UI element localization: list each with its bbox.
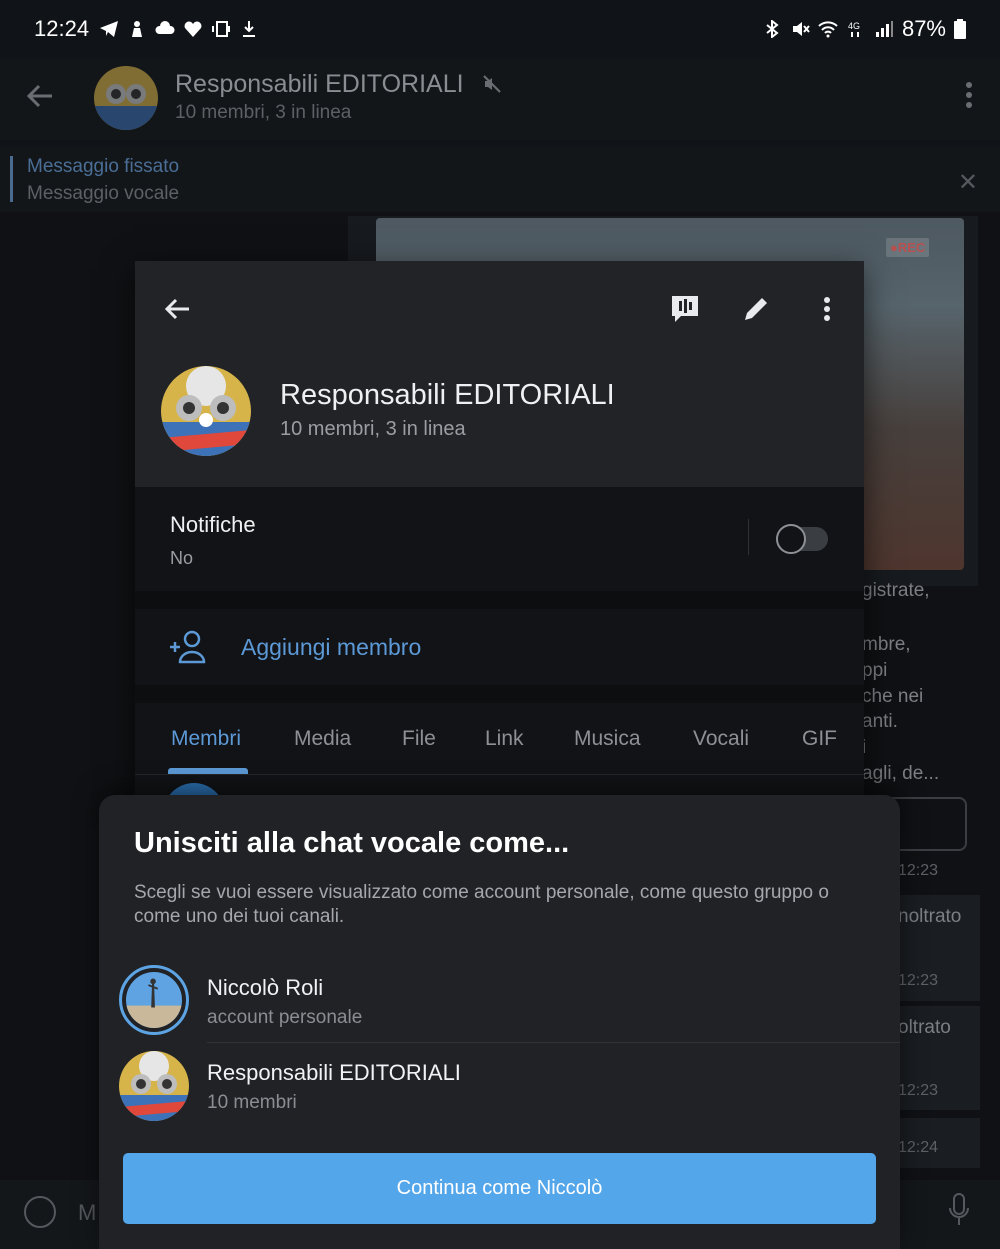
- pinned-title: Messaggio fissato: [27, 156, 180, 177]
- tab-voice[interactable]: Vocali: [693, 727, 749, 751]
- tab-members[interactable]: Membri: [171, 727, 241, 751]
- section-gap: [135, 685, 864, 703]
- avatar: [119, 1051, 189, 1121]
- tab-music[interactable]: Musica: [574, 727, 641, 751]
- message-fragment: anti.: [862, 711, 898, 732]
- section-gap: [135, 591, 864, 609]
- rec-badge: ●REC: [886, 238, 930, 257]
- toggle-knob: [776, 524, 806, 554]
- message-fragment: oltrato: [898, 1017, 951, 1038]
- emoji-icon[interactable]: [24, 1196, 56, 1228]
- message-fragment: mbre,: [862, 634, 911, 655]
- message-fragment: che nei: [862, 686, 924, 707]
- group-title: Responsabili EDITORIALI: [280, 379, 615, 411]
- group-info-header: Responsabili EDITORIALI 10 membri, 3 in …: [135, 261, 864, 487]
- pinned-indicator: [10, 156, 13, 202]
- pinned-subtitle: Messaggio vocale: [27, 183, 180, 204]
- voice-chat-icon[interactable]: [669, 293, 701, 325]
- back-arrow-icon[interactable]: [161, 293, 193, 325]
- muted-icon: [483, 75, 501, 93]
- message-fragment: gistrate,: [862, 580, 930, 601]
- avatar: [119, 965, 189, 1035]
- tab-media[interactable]: Media: [294, 727, 351, 751]
- microphone-icon[interactable]: [948, 1192, 970, 1228]
- message-time: 12:23: [898, 972, 939, 989]
- join-voice-chat-sheet: Unisciti alla chat vocale come... Scegli…: [99, 795, 900, 1249]
- notifications-label: Notifiche: [170, 512, 256, 537]
- message-fragment: noltrato: [898, 906, 962, 927]
- media-tabs: Membri Media File Link Musica Vocali GIF: [135, 703, 864, 775]
- divider: [748, 519, 749, 555]
- edit-pencil-icon[interactable]: [740, 293, 772, 325]
- chat-subtitle: 10 membri, 3 in linea: [175, 102, 352, 123]
- message-fragment: agli, de...: [862, 763, 940, 784]
- back-arrow-icon[interactable]: [22, 78, 58, 114]
- active-tab-indicator: [168, 768, 248, 774]
- group-subtitle: 10 membri, 3 in linea: [280, 418, 466, 440]
- close-icon[interactable]: ✕: [958, 168, 978, 197]
- add-person-icon: [170, 630, 206, 664]
- message-fragment: ppi: [862, 660, 888, 681]
- notifications-row[interactable]: Notifiche No: [135, 487, 864, 591]
- chat-title: Responsabili EDITORIALI: [175, 70, 464, 98]
- add-member-row[interactable]: Aggiungi membro: [135, 609, 864, 685]
- notifications-value: No: [170, 548, 194, 568]
- option-subtitle: account personale: [207, 1007, 363, 1028]
- continue-button[interactable]: Continua come Niccolò: [123, 1153, 876, 1224]
- chat-avatar[interactable]: [94, 66, 158, 130]
- tab-files[interactable]: File: [402, 727, 436, 751]
- tab-gif[interactable]: GIF: [802, 727, 837, 751]
- option-subtitle: 10 membri: [207, 1092, 297, 1113]
- pinned-message-bar[interactable]: Messaggio fissato Messaggio vocale ✕: [0, 146, 1000, 212]
- sheet-description: Scegli se vuoi essere visualizzato come …: [134, 882, 829, 927]
- message-input[interactable]: M: [78, 1200, 96, 1226]
- more-options-icon[interactable]: [811, 293, 843, 325]
- option-personal-account[interactable]: Niccolò Roli account personale: [99, 957, 900, 1043]
- divider: [207, 1042, 900, 1043]
- message-time: 12:23: [898, 862, 939, 879]
- tab-links[interactable]: Link: [485, 727, 524, 751]
- chat-header: Responsabili EDITORIALI 10 membri, 3 in …: [0, 58, 1000, 140]
- group-avatar[interactable]: [161, 366, 251, 456]
- add-member-label: Aggiungi membro: [241, 634, 422, 660]
- message-time: 12:24: [898, 1139, 939, 1156]
- message-time: 12:23: [898, 1082, 939, 1099]
- option-name: Niccolò Roli: [207, 975, 324, 1000]
- option-name: Responsabili EDITORIALI: [207, 1060, 461, 1085]
- more-options-icon[interactable]: [964, 82, 974, 112]
- group-info-panel: Responsabili EDITORIALI 10 membri, 3 in …: [135, 261, 864, 845]
- notifications-toggle[interactable]: [776, 524, 828, 554]
- sheet-title: Unisciti alla chat vocale come...: [134, 827, 570, 859]
- option-group[interactable]: Responsabili EDITORIALI 10 membri: [99, 1047, 900, 1133]
